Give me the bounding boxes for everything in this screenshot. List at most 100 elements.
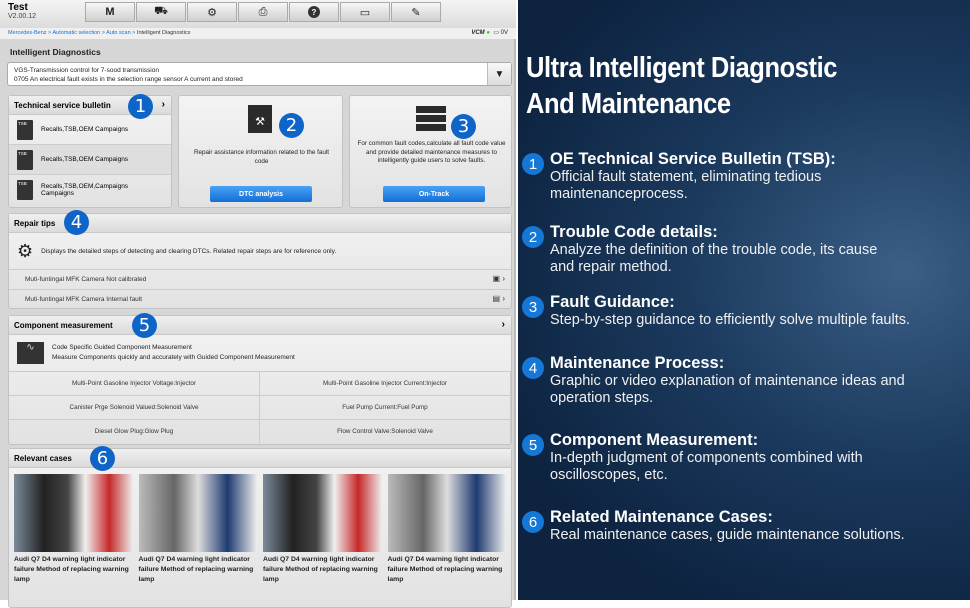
callout-badge-2: 2 [279,113,304,138]
chevron-right-icon: › [161,99,165,110]
feature-desc: Step-by-step guidance to efficiently sol… [550,312,911,328]
feature-number: 3 [522,296,544,318]
feature-desc: Real maintenance cases, guide maintenanc… [550,527,905,543]
feature-desc: Analyze the definition of the trouble co… [550,242,878,275]
case-photo [138,474,257,552]
case-title: Audi Q7 D4 warning light indicator failu… [387,556,503,583]
component-desc-line2: Measure Components quickly and accuratel… [52,354,295,361]
feature-desc: In-depth judgment of components combined… [550,450,863,483]
tsb-item[interactable]: TSB Recalls,TSB,OEM Campaigns [9,115,171,145]
app-header: Test V2.00.12 M ⛟ ⚙ ⎙ ? ▭ ✎ [0,0,516,28]
component-description: ∿ Code Specific Guided Component Measure… [9,335,511,371]
settings-button[interactable]: ⚙ [187,2,237,22]
app-title: Test [8,2,28,13]
case-card[interactable]: Audi Q7 D4 warning light indicator failu… [263,474,382,585]
component-item[interactable]: Fuel Pump Current:Fuel Pump [260,395,511,419]
oscilloscope-icon: ∿ [17,342,44,364]
feature-item: 5 Component Measurement: In-depth judgment… [522,431,967,484]
repair-tip-row[interactable]: Muti-funtingal MFK Camera Internal fault… [9,289,511,309]
tsb-item[interactable]: TSB Recalls,TSB,OEM,Campaigns Campaigns [9,175,171,205]
gear-wrench-icon: ⚙ [17,240,34,261]
feature-item: 6 Related Maintenance Cases: Real maintena… [522,508,967,544]
diagnostic-app-screen: Test V2.00.12 M ⛟ ⚙ ⎙ ? ▭ ✎ Mercedes-Ben… [0,0,516,608]
feature-number: 6 [522,511,544,533]
component-header[interactable]: Component measurement › [9,316,511,335]
edit-button[interactable]: ✎ [391,2,441,22]
component-item[interactable]: Diesel Glow Plug:Glow Plug [9,419,260,443]
component-title: Component measurement [14,321,113,330]
chevron-down-icon[interactable]: ▼ [487,63,511,85]
feature-heading: Component Measurement [550,431,753,449]
component-item[interactable]: Flow Control Valve:Solenoid Valve [260,419,511,443]
breadcrumb-current: Intelligent Diagnostics [136,30,191,36]
promo-title-line2: And Maintenance [526,88,731,120]
tsb-document-icon: TSB [17,180,33,200]
app-version: V2.00.12 [8,13,37,20]
component-measurement-panel: Component measurement › ∿ Code Specific G… [8,315,512,445]
component-item[interactable]: Multi-Point Gasoline Injector Current:In… [260,371,511,395]
document-wrench-icon: ⚒ [248,105,272,133]
printer-icon: ⎙ [258,5,268,18]
breadcrumb: Mercedes-Benz > Automatic selection > Au… [0,28,516,39]
status-indicators: VCM ● ▭ 0V [471,29,508,36]
relevant-cases-panel: Relevant cases Audi Q7 D4 warning light … [8,448,512,608]
promo-panel: Ultra Intelligent Diagnostic And Maintena… [518,0,970,600]
component-item[interactable]: Canister Prge Solenoid Valued:Solenoid V… [9,395,260,419]
breadcrumb-link[interactable]: Mercedes-Benz [8,30,47,36]
ontrack-card: For common fault codes,calculate all fau… [349,95,512,208]
component-grid: Multi-Point Gasoline Injector Voltage:In… [9,371,511,443]
case-photo [14,474,133,552]
fault-code-select[interactable]: VGS-Transmission control for 7-sood tran… [7,62,512,86]
dtc-analysis-button[interactable]: DTC analysis [210,186,312,202]
feature-item: 3 Fault Guidance: Step-by-step guidance to… [522,293,967,329]
breadcrumb-link[interactable]: Automatic selection [53,30,101,36]
repair-tip-row[interactable]: Muti-funtingal MFK Camera Not calibrated… [9,269,511,289]
tsb-item[interactable]: TSB Recalls,TSB,OEM Campaigns [9,145,171,175]
dtc-card: ⚒ Repair assistance information related … [178,95,343,208]
case-card[interactable]: Audi Q7 D4 warning light indicator failu… [138,474,257,585]
print-button[interactable]: ⎙ [238,2,288,22]
vehicle-lift-button[interactable]: ⛟ [136,2,186,22]
battery-icon: ▭ [493,30,499,36]
vcm-status: VCM [471,30,485,36]
case-card[interactable]: Audi Q7 D4 warning light indicator failu… [14,474,133,585]
callout-badge-5: 5 [132,313,157,338]
callout-badge-1: 1 [128,94,153,119]
home-button[interactable]: M [85,2,135,22]
feature-item: 4 Maintenance Process: Graphic or video ex… [522,354,967,407]
breadcrumb-link[interactable]: Auto scan [106,30,130,36]
case-title: Audi Q7 D4 warning light indicator failu… [138,556,254,583]
save-button[interactable]: ▭ [340,2,390,22]
case-photo [387,474,506,552]
case-card[interactable]: Audi Q7 D4 warning light indicator failu… [387,474,506,585]
help-button[interactable]: ? [289,2,339,22]
repair-tip-label: Muti-funtingal MFK Camera Internal fault [25,296,143,303]
on-track-button[interactable]: On-Track [383,186,485,202]
repair-tips-description: ⚙ Displays the detailed steps of detectin… [9,233,511,269]
case-title: Audi Q7 D4 warning light indicator failu… [14,556,129,583]
callout-badge-3: 3 [451,114,476,139]
promo-title-line1: Ultra Intelligent Diagnostic [526,52,837,84]
tsb-document-icon: TSB [17,119,33,140]
callout-badge-4: 4 [64,210,89,235]
feature-number: 5 [522,434,544,456]
callout-badge-6: 6 [90,446,115,471]
gear-icon: ⚙ [207,6,217,19]
video-chevron-icon: ▣ › [492,274,505,283]
fault-description: 0705 An electrical fault exists in the s… [14,76,243,83]
tsb-document-icon: TSB [17,149,33,170]
feature-item: 2 Trouble Code details: Analyze the defini… [522,223,967,276]
repair-tips-text: Displays the detailed steps of detecting… [41,247,337,255]
promo-title: Ultra Intelligent Diagnostic And Maintena… [526,50,837,122]
feature-desc: Graphic or video explanation of maintena… [550,373,905,406]
feature-number: 4 [522,357,544,379]
component-desc-line1: Code Specific Guided Component Measureme… [52,344,192,351]
feature-number: 2 [522,226,544,248]
component-item[interactable]: Multi-Point Gasoline Injector Voltage:In… [9,371,260,395]
case-photo [263,474,382,552]
feature-heading: Fault Guidance [550,293,670,311]
home-icon: M [105,6,115,18]
tsb-title: Technical service bulletin [14,101,111,110]
tsb-item-label: Recalls,TSB,OEM Campaigns [41,156,129,163]
repair-tip-label: Muti-funtingal MFK Camera Not calibrated [25,276,147,283]
